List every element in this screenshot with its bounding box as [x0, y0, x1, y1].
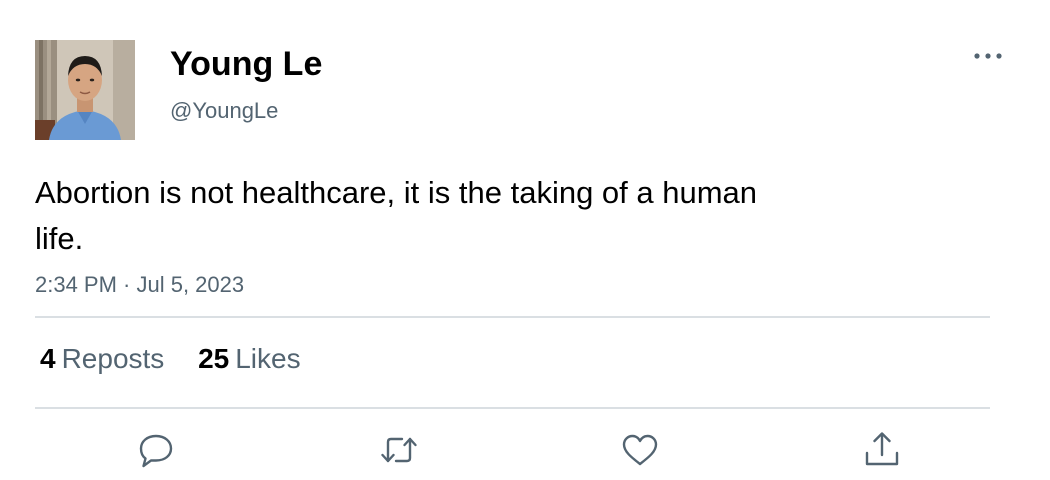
- more-options-icon[interactable]: [968, 42, 1008, 72]
- tweet-text: Abortion is not healthcare, it is the ta…: [35, 175, 758, 256]
- heart-icon: [622, 434, 658, 466]
- repost-icon: [381, 437, 417, 463]
- likes-count: 25: [198, 343, 230, 374]
- avatar-image: [35, 40, 135, 140]
- reposts-label: Reposts: [61, 343, 165, 374]
- share-button[interactable]: [860, 428, 904, 472]
- user-handle[interactable]: @YoungLe: [170, 96, 278, 126]
- engagement-stats: 4 Reposts 25 Likes: [40, 340, 327, 378]
- divider: [35, 316, 990, 318]
- reply-icon: [139, 434, 173, 468]
- reposts-count: 4: [40, 343, 56, 374]
- divider: [35, 407, 990, 409]
- display-name[interactable]: Young Le: [170, 42, 322, 86]
- tweet-timestamp[interactable]: 2:34 PM · Jul 5, 2023: [35, 270, 244, 300]
- share-icon: [865, 432, 899, 466]
- reposts-stat[interactable]: 4 Reposts: [40, 340, 164, 378]
- likes-label: Likes: [235, 343, 301, 374]
- likes-stat[interactable]: 25 Likes: [198, 340, 301, 378]
- reply-button[interactable]: [134, 428, 178, 472]
- like-button[interactable]: [618, 428, 662, 472]
- avatar[interactable]: [35, 40, 135, 140]
- repost-button[interactable]: [377, 428, 421, 472]
